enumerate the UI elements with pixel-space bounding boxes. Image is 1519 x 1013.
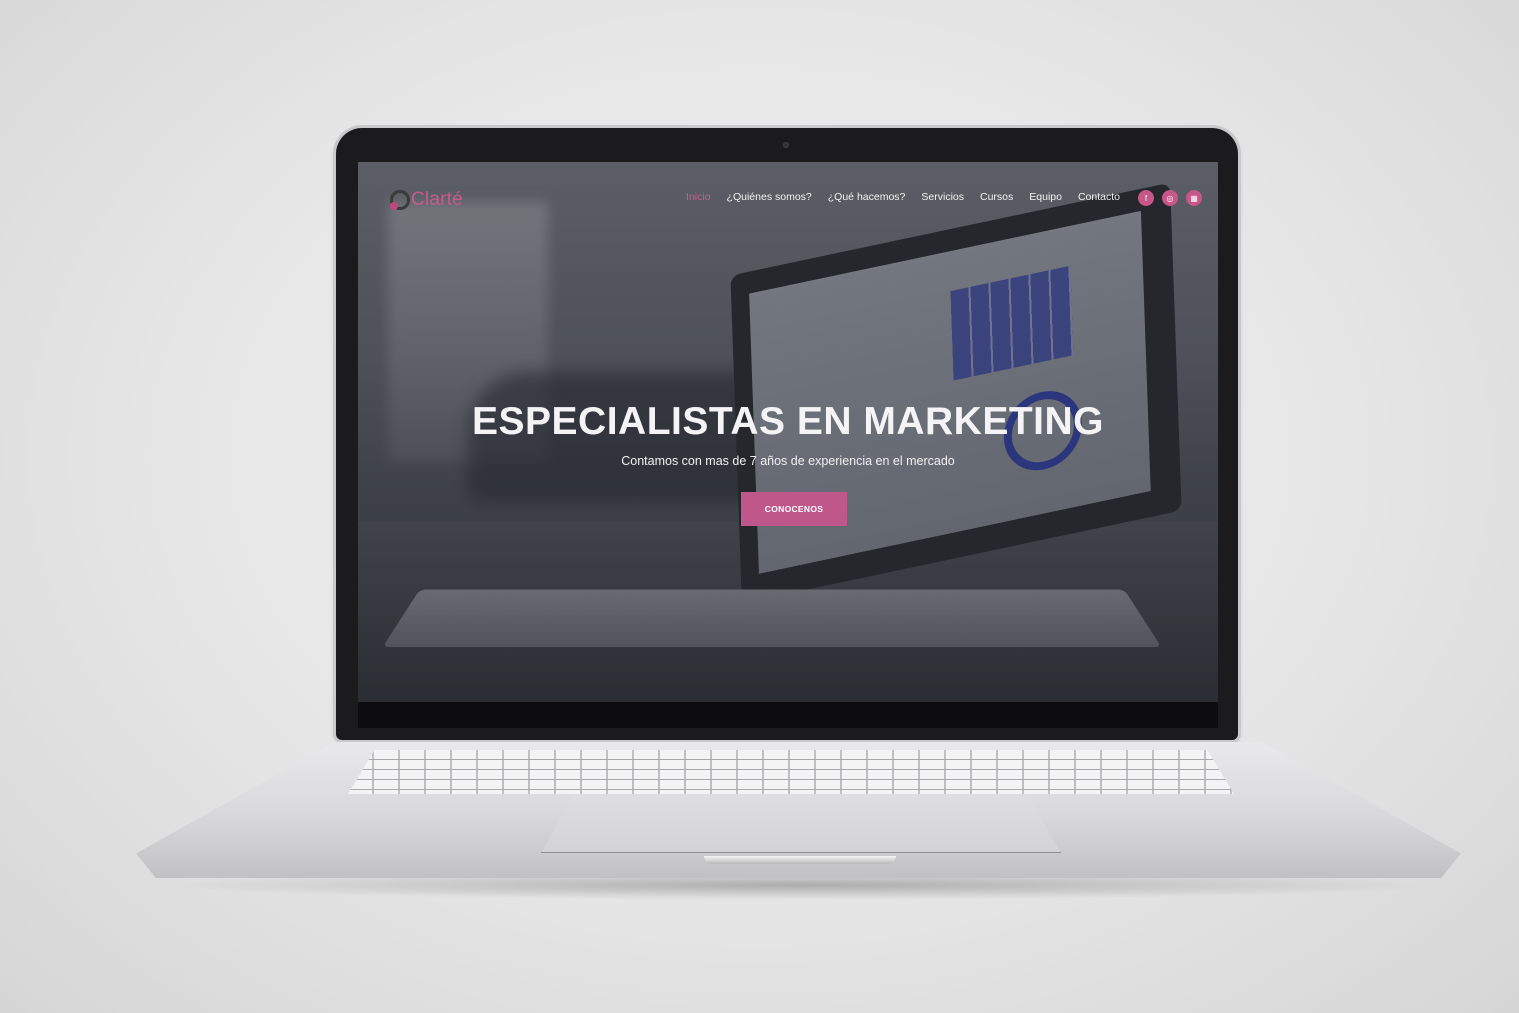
logo-mark-icon: [390, 190, 410, 210]
nav-item-quienes-somos[interactable]: ¿Quiénes somos?: [727, 191, 812, 203]
laptop-lid: Clarté Inicio ¿Quiénes somos? ¿Qué hacem…: [336, 128, 1238, 740]
nav-item-cursos[interactable]: Cursos: [980, 191, 1013, 203]
conocenos-button[interactable]: CONOCENOS: [741, 492, 847, 526]
nav-item-equipo[interactable]: Equipo: [1029, 191, 1062, 203]
logo-text: Clarté: [411, 189, 463, 210]
site-logo[interactable]: Clarté: [390, 188, 463, 212]
facebook-icon[interactable]: f: [1138, 190, 1154, 206]
hero-subtitle: Contamos con mas de 7 años de experienci…: [621, 454, 955, 468]
main-nav: Inicio ¿Quiénes somos? ¿Qué hacemos? Ser…: [686, 191, 1120, 203]
screen-bezel-bottom: [358, 702, 1218, 728]
nav-item-inicio[interactable]: Inicio: [686, 191, 711, 203]
nav-item-servicios[interactable]: Servicios: [921, 191, 964, 203]
nav-item-que-hacemos[interactable]: ¿Qué hacemos?: [828, 191, 906, 203]
keyboard-rows: [348, 750, 1234, 794]
linkedin-icon[interactable]: ▦: [1186, 190, 1202, 206]
lid-notch: [704, 856, 896, 864]
hero-title: ESPECIALISTAS EN MARKETING: [472, 400, 1104, 443]
webcam-icon: [783, 142, 789, 148]
instagram-icon[interactable]: ◎: [1162, 190, 1178, 206]
trackpad: [541, 796, 1061, 853]
nav-item-contacto[interactable]: Contacto: [1078, 191, 1120, 203]
social-links: f ◎ ▦: [1138, 190, 1202, 206]
website-screen: Clarté Inicio ¿Quiénes somos? ¿Qué hacem…: [358, 162, 1218, 702]
